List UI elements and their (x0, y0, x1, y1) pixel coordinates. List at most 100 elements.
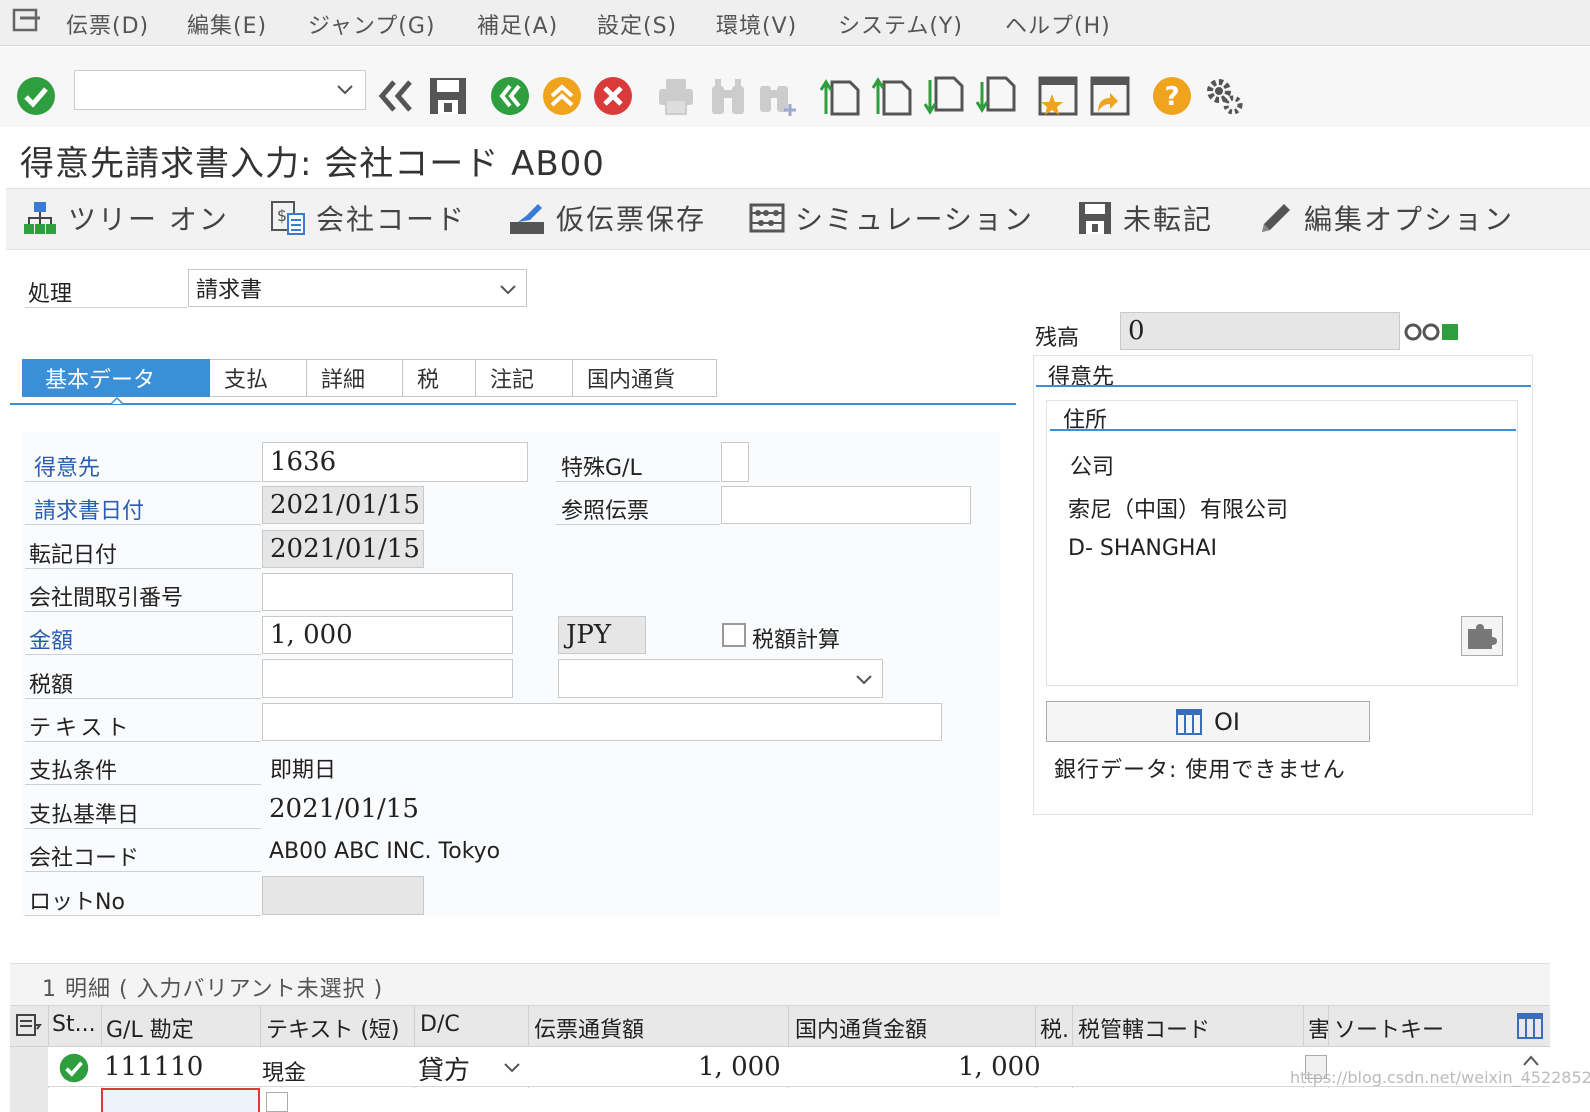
column-config-icon[interactable] (1517, 1013, 1543, 1039)
reference-label: 参照伝票 (561, 499, 650, 524)
tab-basic-data-label: 基本データ (45, 368, 156, 393)
row-checkbox[interactable] (266, 1092, 288, 1112)
col-dc[interactable]: D/C (420, 1012, 460, 1037)
cell-dc-select[interactable]: 貸方 (416, 1049, 526, 1086)
tab-underline (10, 403, 1016, 405)
tree-on-button[interactable]: ツリー オン (22, 196, 229, 240)
col-tax[interactable]: 税. (1040, 1012, 1069, 1044)
special-gl-input[interactable] (721, 442, 749, 482)
back-double-icon[interactable] (376, 76, 416, 116)
find-next-icon[interactable] (758, 76, 798, 116)
special-gl-label: 特殊G/L (561, 456, 642, 481)
address-line-3: D- SHANGHAI (1068, 536, 1218, 561)
select-layout-icon[interactable] (16, 1013, 42, 1037)
divider (556, 481, 720, 482)
col-tax-jurisdiction[interactable]: 税管轄コード (1078, 1012, 1210, 1044)
cell-doc-amount[interactable]: 1, 000 (698, 1052, 781, 1082)
divider (25, 698, 261, 699)
menu-document[interactable]: 伝票(D) (66, 8, 149, 40)
oi-button[interactable]: OI (1046, 701, 1370, 742)
scroll-up-icon[interactable] (1521, 1053, 1541, 1069)
cross-company-input[interactable] (262, 573, 513, 611)
find-icon[interactable] (708, 76, 748, 116)
menu-system[interactable]: システム(Y) (838, 8, 963, 40)
last-page-icon[interactable] (976, 76, 1016, 116)
shortcut-icon[interactable] (1090, 76, 1130, 116)
currency-field[interactable]: JPY (558, 616, 646, 654)
menu-environment[interactable]: 環境(V) (716, 8, 797, 40)
next-page-icon[interactable] (924, 76, 964, 116)
customer-value: 1636 (270, 447, 337, 477)
col-status[interactable]: St... (52, 1012, 96, 1037)
tab-notes[interactable]: 注記 (476, 359, 573, 397)
first-page-icon[interactable] (820, 76, 860, 116)
divider (25, 654, 261, 655)
help-icon[interactable]: ? (1152, 76, 1192, 116)
tab-basic-data[interactable]: 基本データ (22, 359, 210, 397)
col-gl-account[interactable]: G/L 勘定 (106, 1012, 194, 1044)
gl-account-input[interactable] (101, 1088, 260, 1112)
menu-goto[interactable]: ジャンプ(G) (308, 8, 435, 40)
tree-on-label: ツリー オン (68, 203, 229, 236)
save-icon[interactable] (428, 76, 468, 116)
tax-amount-input[interactable] (262, 659, 513, 698)
svg-text:?: ? (1164, 82, 1179, 112)
cancel-icon[interactable] (593, 76, 633, 116)
menu-help[interactable]: ヘルプ(H) (1005, 8, 1111, 40)
edit-options-button[interactable]: 編集オプション (1258, 196, 1514, 240)
posting-date-label: 転記日付 (29, 543, 118, 568)
process-select[interactable]: 請求書 (188, 269, 527, 307)
text-input[interactable] (262, 703, 942, 741)
tax-code-select[interactable] (558, 659, 883, 698)
col-local-amount[interactable]: 国内通貨金額 (795, 1012, 927, 1044)
items-caption-bar: 1 明細 ( 入力バリアント未選択 ) (10, 963, 1550, 1005)
unposted-button[interactable]: 未転記 (1077, 196, 1213, 240)
tab-payment[interactable]: 支払 (210, 359, 307, 397)
back-icon[interactable] (490, 76, 530, 116)
print-icon[interactable] (656, 76, 696, 116)
chevron-down-icon[interactable] (335, 79, 355, 99)
bank-info: 銀行データ: 使用できません (1054, 758, 1346, 783)
col-damage[interactable]: 害 (1308, 1012, 1330, 1044)
invoice-date-field[interactable]: 2021/01/15 (262, 486, 424, 524)
menu-extras[interactable]: 補足(A) (477, 8, 558, 40)
status-ok-icon (59, 1053, 89, 1083)
tab-details-label: 詳細 (321, 368, 366, 393)
menu-settings[interactable]: 設定(S) (597, 8, 677, 40)
check-icon[interactable] (16, 76, 56, 116)
command-field[interactable] (74, 70, 366, 110)
settings-icon[interactable] (1204, 76, 1244, 116)
calc-tax-checkbox[interactable] (722, 623, 746, 647)
tab-local-currency[interactable]: 国内通貨 (573, 359, 717, 397)
simulation-button[interactable]: シミュレーション (749, 196, 1034, 240)
tree-icon (24, 202, 56, 234)
posting-date-field[interactable]: 2021/01/15 (262, 530, 424, 568)
address-detail-button[interactable] (1461, 616, 1503, 656)
col-short-text[interactable]: テキスト (短) (266, 1012, 400, 1044)
park-icon (510, 204, 544, 234)
invoice-date-label: 請求書日付 (34, 499, 145, 524)
previous-page-icon[interactable] (872, 76, 912, 116)
tab-tax[interactable]: 税 (403, 359, 476, 397)
exit-icon[interactable] (542, 76, 582, 116)
customer-input[interactable]: 1636 (262, 442, 528, 482)
row-selector[interactable] (10, 1088, 48, 1112)
divider (25, 307, 187, 308)
cell-local-amount[interactable]: 1, 000 (958, 1052, 1041, 1082)
cell-short-text[interactable]: 現金 (262, 1055, 306, 1087)
reference-input[interactable] (721, 486, 971, 524)
menu-bar: 伝票(D) 編集(E) ジャンプ(G) 補足(A) 設定(S) 環境(V) シス… (0, 0, 1590, 46)
payment-terms-label: 支払条件 (29, 759, 118, 784)
amount-input[interactable]: 1, 000 (262, 616, 513, 654)
cell-gl-account[interactable]: 111110 (104, 1052, 203, 1082)
divider (25, 915, 261, 916)
new-session-icon[interactable] (1038, 76, 1078, 116)
company-code-button[interactable]: $ 会社コード (270, 196, 466, 240)
pencil-icon (1262, 204, 1290, 232)
tab-details[interactable]: 詳細 (307, 359, 403, 397)
menu-edit[interactable]: 編集(E) (187, 8, 267, 40)
col-sort-key[interactable]: ソートキー (1334, 1012, 1444, 1044)
park-document-button[interactable]: 仮伝票保存 (508, 196, 706, 240)
menu-icon[interactable] (12, 8, 42, 34)
col-doc-amount[interactable]: 伝票通貨額 (534, 1012, 644, 1044)
